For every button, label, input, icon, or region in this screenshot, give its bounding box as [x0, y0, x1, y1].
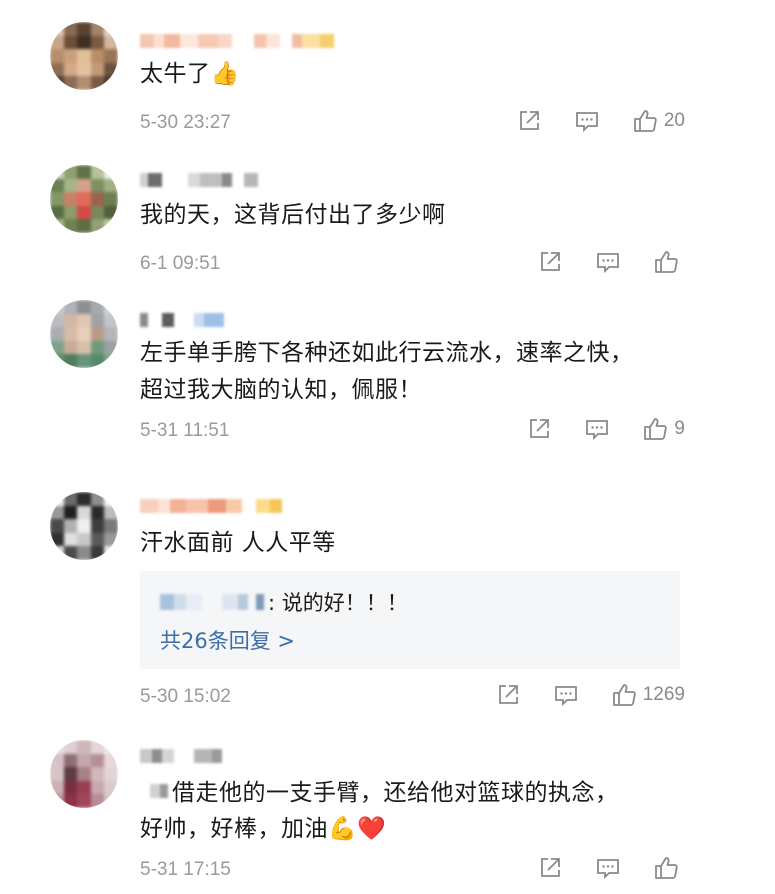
thumbs-up-icon	[612, 684, 636, 706]
comment-time: 5-30 23:27	[140, 112, 231, 133]
comment-text-line-2: 好帅，好棒，加油💪❤️	[140, 816, 387, 842]
reply-preview[interactable]: : 说的好！！！ 共26条回复 >	[140, 571, 680, 669]
comment-time: 5-31 11:51	[140, 420, 230, 441]
thumbs-up-icon	[633, 110, 657, 132]
share-icon	[541, 252, 560, 271]
like-count: 1269	[642, 684, 685, 705]
avatar[interactable]	[50, 22, 118, 90]
comment-text: 太牛了👍	[140, 61, 240, 87]
share-button[interactable]	[526, 416, 552, 442]
comment-text-line-1: 借走他的一支手臂，还给他对篮球的执念，	[172, 780, 619, 806]
reply-username-redacted[interactable]	[160, 594, 264, 610]
username-redacted[interactable]	[140, 496, 282, 516]
like-count: 9	[674, 418, 685, 439]
share-icon	[530, 419, 550, 438]
share-icon	[541, 858, 560, 877]
comment-button[interactable]	[553, 682, 579, 708]
like-count: 20	[663, 110, 685, 131]
like-button[interactable]: 20	[632, 108, 685, 134]
like-button[interactable]: 1269	[611, 682, 685, 708]
comment-button[interactable]	[584, 416, 610, 442]
comment-button[interactable]	[595, 855, 621, 881]
share-button[interactable]	[516, 108, 542, 134]
comment-meta: 5-30 23:27 20	[140, 108, 685, 138]
reply-text: : 说的好！！！	[268, 591, 408, 615]
thumbs-up-icon	[655, 251, 678, 273]
username-redacted-inline	[150, 781, 168, 801]
comment-time: 5-31 17:15	[140, 859, 231, 880]
share-button[interactable]	[537, 249, 563, 275]
like-button[interactable]: 9	[642, 416, 685, 442]
comment-button[interactable]	[595, 249, 621, 275]
thumbs-up-icon	[655, 857, 678, 879]
comment-text-line-1: 左手单手胯下各种还如此行云流水，速率之快，	[140, 340, 634, 366]
view-replies-link[interactable]: 共26条回复 >	[160, 625, 295, 655]
comment-meta: 5-31 17:15	[140, 855, 685, 885]
comment-text-line-2: 超过我大脑的认知，佩服！	[140, 377, 422, 403]
share-button[interactable]	[537, 855, 563, 881]
comment-icon	[586, 420, 609, 441]
avatar[interactable]	[50, 165, 118, 233]
comment-text: 我的天，这背后付出了多少啊	[140, 202, 446, 228]
username-redacted[interactable]	[140, 310, 224, 330]
comment-meta: 5-30 15:02 1269	[140, 682, 685, 712]
comment-icon	[575, 112, 598, 133]
comment-meta: 5-31 11:51 9	[140, 416, 685, 446]
comment-time: 5-30 15:02	[140, 686, 231, 707]
comment-time: 6-1 09:51	[140, 253, 221, 274]
share-icon	[519, 111, 539, 130]
reply-line: : 说的好！！！	[160, 587, 408, 617]
username-redacted[interactable]	[140, 170, 258, 190]
thumbs-up-icon	[644, 418, 668, 440]
avatar[interactable]	[50, 740, 118, 808]
comment-icon	[597, 253, 619, 274]
share-icon	[498, 685, 518, 704]
like-button[interactable]	[653, 855, 685, 881]
username-redacted[interactable]	[140, 31, 334, 51]
comment-button[interactable]	[574, 108, 600, 134]
comment-meta: 6-1 09:51	[140, 249, 685, 279]
share-button[interactable]	[495, 682, 521, 708]
username-redacted[interactable]	[140, 746, 222, 766]
avatar[interactable]	[50, 492, 118, 560]
comment-icon	[597, 859, 619, 880]
like-button[interactable]	[653, 249, 685, 275]
comment-icon	[554, 686, 577, 707]
comment-text: 汗水面前 人人平等	[140, 530, 336, 556]
avatar[interactable]	[50, 300, 118, 368]
